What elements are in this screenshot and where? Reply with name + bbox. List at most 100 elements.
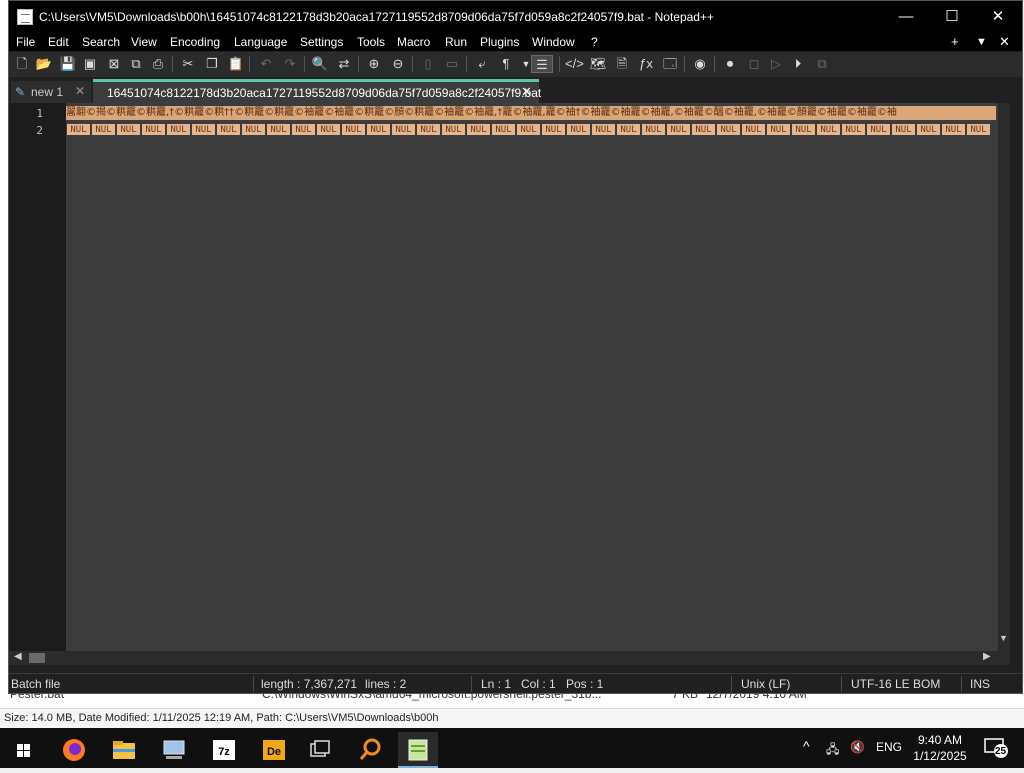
tab-close-icon[interactable]: ✕ xyxy=(521,84,532,100)
replace-icon[interactable]: ⇄ xyxy=(335,55,353,73)
menu-window[interactable]: Window xyxy=(532,35,575,49)
menu-tools[interactable]: Tools xyxy=(357,35,385,49)
doc-list-icon[interactable]: 🗎 xyxy=(613,55,631,73)
nul-char-token: NUL xyxy=(791,123,816,136)
nul-char-token: NUL xyxy=(691,123,716,136)
toolbar-separator xyxy=(684,56,685,72)
copy-icon[interactable]: ❐ xyxy=(203,55,221,73)
sync-v-icon[interactable]: ▯ xyxy=(419,55,437,73)
notification-count: 25 xyxy=(995,746,1007,757)
tab-bar: ✎ new 1 ✕ 16451074c8122178d3b20aca172711… xyxy=(9,79,1022,103)
sync-h-icon[interactable]: ▭ xyxy=(443,55,461,73)
save-all-icon[interactable]: ▣ xyxy=(81,55,99,73)
zoom-out-icon[interactable]: ⊖ xyxy=(389,55,407,73)
indent-guide-icon[interactable]: ☰ xyxy=(531,55,553,73)
find-icon[interactable]: 🔍 xyxy=(311,55,329,73)
menu-encoding[interactable]: Encoding xyxy=(170,35,220,49)
editor-line-1[interactable]: 翯翿©揭©粠龗©粠龗,†©粠龗©粠††©粠龗©粠龗©袖龗©袖龗©粠龗©顏©粠龗©… xyxy=(66,106,996,120)
nul-char-token: NUL xyxy=(866,123,891,136)
status-pos: Pos : 1 xyxy=(566,677,604,691)
clock-date[interactable]: 1/12/2025 xyxy=(905,749,975,763)
record-macro-icon[interactable]: ⏺ xyxy=(721,55,739,73)
horizontal-scrollbar[interactable]: ◀ ▶ xyxy=(9,651,1010,665)
new-icon[interactable]: 🗋 xyxy=(13,55,31,73)
close-tab-icon[interactable]: ✕ xyxy=(999,34,1010,50)
editor-line-2[interactable]: NUL NUL NUL NUL NUL NUL NUL NUL NUL NUL NUL NUL NUL N… xyxy=(66,123,996,137)
network-icon[interactable]: 🖧 xyxy=(826,740,839,761)
toolbar-separator xyxy=(466,56,467,72)
menu-file[interactable]: File xyxy=(16,35,35,49)
nul-char-token: NUL xyxy=(441,123,466,136)
file-explorer-icon[interactable] xyxy=(104,732,144,768)
toolbar-separator xyxy=(358,56,359,72)
menu-plugins[interactable]: Plugins xyxy=(480,35,519,49)
volume-muted-icon[interactable]: 🔇 xyxy=(850,740,865,754)
minimize-button[interactable]: — xyxy=(883,1,929,33)
menu-search[interactable]: Search xyxy=(82,35,120,49)
folder-workspace-icon[interactable]: 🗔 xyxy=(661,55,679,73)
network-share-icon[interactable] xyxy=(154,732,194,768)
monitoring-icon[interactable]: ◉ xyxy=(691,55,709,73)
scroll-right-arrow-icon[interactable]: ▶ xyxy=(983,651,991,662)
editor-area[interactable]: 1 2 翯翿©揭©粠龗©粠龗,†©粠龗©粠††©粠龗©粠龗©袖龗©袖龗©粠龗©顏… xyxy=(9,103,1010,651)
menu-language[interactable]: Language xyxy=(234,35,287,49)
detect-it-easy-icon[interactable]: De xyxy=(254,732,294,768)
scroll-thumb[interactable] xyxy=(29,653,45,663)
cut-icon[interactable]: ✂ xyxy=(179,55,197,73)
open-icon[interactable]: 📂 xyxy=(35,55,53,73)
maximize-button[interactable]: ☐ xyxy=(929,1,975,33)
redo-icon[interactable]: ↷ xyxy=(281,55,299,73)
toolbar-separator xyxy=(172,56,173,72)
toolbar-separator xyxy=(559,56,560,72)
undo-icon[interactable]: ↶ xyxy=(257,55,275,73)
tab-bat-file[interactable]: 16451074c8122178d3b20aca1727119552d8709d… xyxy=(93,79,541,103)
function-list-icon[interactable]: ƒx xyxy=(637,55,655,73)
paste-icon[interactable]: 📋 xyxy=(227,55,245,73)
menu-help[interactable]: ? xyxy=(591,35,598,49)
close-window-button[interactable]: ✕ xyxy=(975,1,1021,33)
new-tab-plus-icon[interactable]: + xyxy=(951,34,959,49)
language-indicator[interactable]: ENG xyxy=(876,740,902,754)
menu-edit[interactable]: Edit xyxy=(48,35,69,49)
status-separator xyxy=(471,676,472,692)
nul-char-token: NUL xyxy=(566,123,591,136)
menu-run[interactable]: Run xyxy=(445,35,467,49)
stop-record-icon[interactable]: ◻ xyxy=(745,55,763,73)
tab-close-icon[interactable]: ✕ xyxy=(75,84,85,98)
word-wrap-icon[interactable]: ⤶ xyxy=(473,55,491,73)
nul-char-token: NUL xyxy=(541,123,566,136)
tray-chevron-icon[interactable]: ^ xyxy=(803,738,810,754)
vertical-scrollbar[interactable]: ▼ xyxy=(998,103,1010,651)
clock-time[interactable]: 9:40 AM xyxy=(905,733,975,747)
tab-new-1[interactable]: ✎ new 1 ✕ xyxy=(11,81,91,103)
nul-char-token: NUL xyxy=(616,123,641,136)
save-icon[interactable]: 💾 xyxy=(59,55,77,73)
run-macro-icon[interactable]: ⏵ xyxy=(789,55,807,73)
zoom-in-icon[interactable]: ⊕ xyxy=(365,55,383,73)
play-macro-icon[interactable]: ▷ xyxy=(767,55,785,73)
firefox-icon[interactable] xyxy=(54,732,94,768)
task-view-icon[interactable] xyxy=(300,732,340,768)
scroll-left-arrow-icon[interactable]: ◀ xyxy=(14,651,22,662)
show-all-chars-icon[interactable]: ¶ xyxy=(497,55,515,73)
menu-bar: File Edit Search View Encoding Language … xyxy=(9,33,1022,51)
nul-char-token: NUL xyxy=(966,123,991,136)
7zip-icon[interactable]: 7z xyxy=(204,732,244,768)
xml-icon[interactable]: </> xyxy=(565,55,584,73)
doc-map-icon[interactable]: 🗺 xyxy=(589,55,607,73)
notepadpp-taskbar-icon[interactable] xyxy=(398,732,438,768)
scroll-down-arrow-icon[interactable]: ▼ xyxy=(999,633,1008,643)
close-all-icon[interactable]: ⧉ xyxy=(127,55,145,73)
nul-char-token: NUL xyxy=(416,123,441,136)
save-macro-icon[interactable]: ⧉ xyxy=(813,55,831,73)
menu-view[interactable]: View xyxy=(131,35,157,49)
start-button[interactable] xyxy=(4,732,44,768)
search-magnifier-icon[interactable] xyxy=(350,732,390,768)
tab-list-dropdown-icon[interactable]: ▼ xyxy=(976,36,987,48)
close-icon[interactable]: ⊠ xyxy=(105,55,123,73)
nul-char-token: NUL xyxy=(766,123,791,136)
menu-settings[interactable]: Settings xyxy=(300,35,343,49)
title-bar[interactable]: C:\Users\VM5\Downloads\b00h\16451074c812… xyxy=(9,1,1022,33)
print-icon[interactable]: ⎙ xyxy=(149,55,167,73)
menu-macro[interactable]: Macro xyxy=(397,35,430,49)
